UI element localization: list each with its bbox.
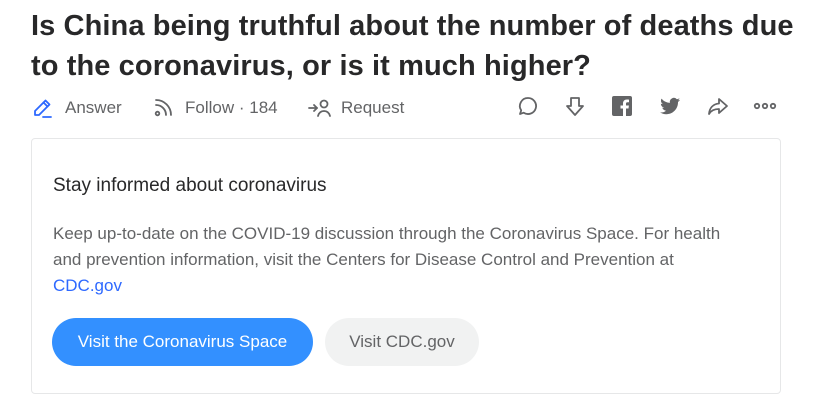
twitter-share-button[interactable]	[654, 92, 686, 124]
question-page: Is China being truthful about the number…	[0, 0, 837, 416]
card-body: Keep up-to-date on the COVID-19 discussi…	[53, 221, 743, 299]
cdc-link[interactable]: CDC.gov	[53, 276, 122, 295]
visit-cdc-button[interactable]: Visit CDC.gov	[325, 318, 479, 366]
downvote-button[interactable]	[559, 92, 591, 124]
more-icon	[752, 94, 778, 123]
answer-label: Answer	[65, 98, 122, 117]
follow-count: 184	[249, 98, 278, 117]
answer-button[interactable]: Answer	[31, 92, 122, 124]
visit-cdc-label: Visit CDC.gov	[349, 332, 455, 351]
request-label: Request	[341, 98, 405, 117]
share-button[interactable]	[702, 92, 734, 124]
pencil-icon	[31, 96, 55, 120]
facebook-icon	[610, 94, 634, 123]
question-title[interactable]: Is China being truthful about the number…	[31, 6, 821, 86]
downvote-icon	[563, 94, 587, 123]
comment-icon	[516, 94, 540, 123]
follow-label: Follow	[185, 98, 235, 117]
twitter-icon	[658, 94, 682, 123]
card-title: Stay informed about coronavirus	[53, 175, 327, 196]
follow-icon	[151, 96, 175, 120]
request-icon	[307, 96, 333, 120]
visit-coronavirus-space-button[interactable]: Visit the Coronavirus Space	[52, 318, 313, 366]
card-body-text: Keep up-to-date on the COVID-19 discussi…	[53, 224, 721, 269]
follow-button[interactable]: Follow · 184	[151, 92, 278, 124]
request-button[interactable]: Request	[307, 92, 404, 124]
coronavirus-info-card: Stay informed about coronavirus Keep up-…	[31, 138, 781, 394]
follow-separator: ·	[234, 98, 250, 117]
comment-button[interactable]	[512, 92, 544, 124]
facebook-share-button[interactable]	[606, 92, 638, 124]
visit-coronavirus-space-label: Visit the Coronavirus Space	[77, 332, 288, 351]
more-options-button[interactable]	[749, 92, 781, 124]
share-icon	[706, 94, 730, 123]
question-action-bar: Answer Follow · 184 Request	[31, 92, 783, 124]
